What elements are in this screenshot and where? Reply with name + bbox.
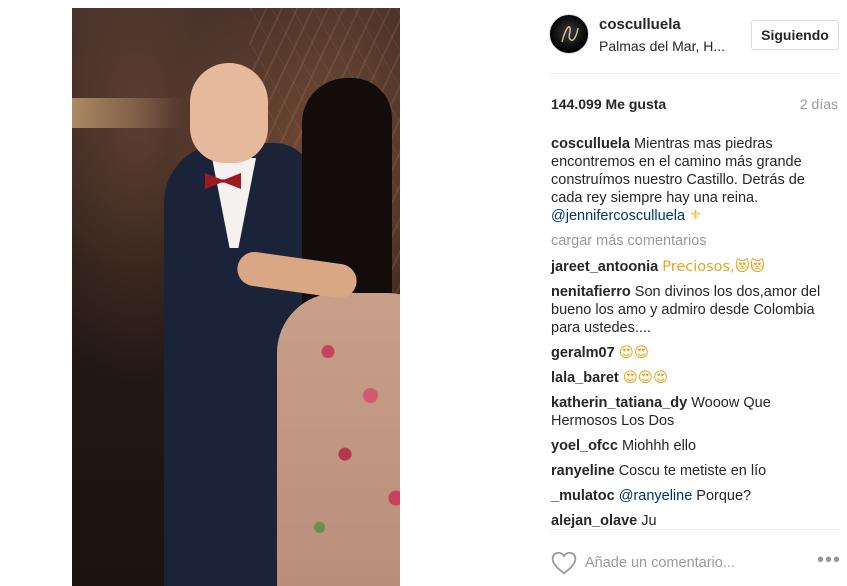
following-button[interactable]: Siguiendo — [751, 20, 839, 50]
avatar-signature-icon — [561, 26, 579, 43]
post-location[interactable]: Palmas del Mar, H... — [599, 38, 725, 54]
comment-item: jareet_antoonia Preciosos,😻😻 — [551, 258, 831, 276]
post-age[interactable]: 2 días — [800, 96, 838, 112]
load-more-comments-link[interactable]: cargar más comentarios — [551, 232, 831, 250]
comment-text: Coscu te metiste en lío — [618, 463, 767, 479]
header-divider — [549, 73, 839, 74]
fleur-de-lis-emoji: ⚜ — [689, 208, 703, 224]
heart-outline-icon[interactable] — [551, 551, 577, 575]
post-photo[interactable] — [72, 8, 400, 586]
comment-username[interactable]: lala_baret — [551, 370, 619, 386]
comment-text: Miohhh ello — [621, 438, 697, 454]
comment-username[interactable]: _mulatoc — [551, 488, 615, 504]
comment-item: lala_baret 😍😍😍 — [551, 369, 831, 387]
comment-username[interactable]: alejan_olave — [551, 513, 637, 529]
comment-item: geralm07 😍😍 — [551, 344, 831, 362]
comment-text: Ju — [641, 513, 657, 529]
post-header: cosculluela Palmas del Mar, H... Siguien… — [549, 14, 839, 56]
comment-item: alejan_olave Ju — [551, 512, 831, 530]
comment-username[interactable]: nenitafierro — [551, 284, 631, 300]
photo-figure-dress — [277, 293, 400, 586]
more-options-icon[interactable]: ••• — [817, 550, 840, 574]
comment-item: katherin_tatiana_dy Wooow Que Hermosos L… — [551, 394, 831, 430]
comment-text: Porque? — [696, 488, 752, 504]
comment-username[interactable]: katherin_tatiana_dy — [551, 395, 687, 411]
comment-item: yoel_ofcc Miohhh ello — [551, 437, 831, 455]
comment-item: ranyeline Coscu te metiste en lío — [551, 462, 831, 480]
add-comment-bar: ••• — [549, 548, 840, 578]
comment-text: 😍😍 — [618, 345, 649, 361]
author-avatar[interactable] — [549, 14, 589, 54]
caption: cosculluela Mientras mas piedras encontr… — [551, 135, 831, 225]
photo-background-light — [72, 98, 182, 128]
photo-figure-head — [190, 63, 268, 163]
author-username[interactable]: cosculluela — [599, 16, 681, 33]
comment-item: _mulatoc @ranyeline Porque? — [551, 487, 831, 505]
comment-text: Preciosos,😻😻 — [662, 259, 765, 275]
comment-mention[interactable]: @ranyeline — [619, 488, 693, 504]
comment-username[interactable]: geralm07 — [551, 345, 615, 361]
comment-item: nenitafierro Son divinos los dos,amor de… — [551, 283, 831, 337]
add-comment-input[interactable] — [585, 552, 805, 574]
caption-mention[interactable]: @jennifercosculluela — [551, 208, 685, 224]
likes-count[interactable]: 144.099 Me gusta — [551, 96, 666, 112]
caption-username[interactable]: cosculluela — [551, 136, 630, 152]
comment-text: 😍😍😍 — [622, 370, 669, 386]
comments-divider — [549, 529, 839, 530]
comment-username[interactable]: jareet_antoonia — [551, 259, 658, 275]
comment-username[interactable]: ranyeline — [551, 463, 615, 479]
comment-username[interactable]: yoel_ofcc — [551, 438, 618, 454]
comments-section: cosculluela Mientras mas piedras encontr… — [551, 135, 831, 537]
